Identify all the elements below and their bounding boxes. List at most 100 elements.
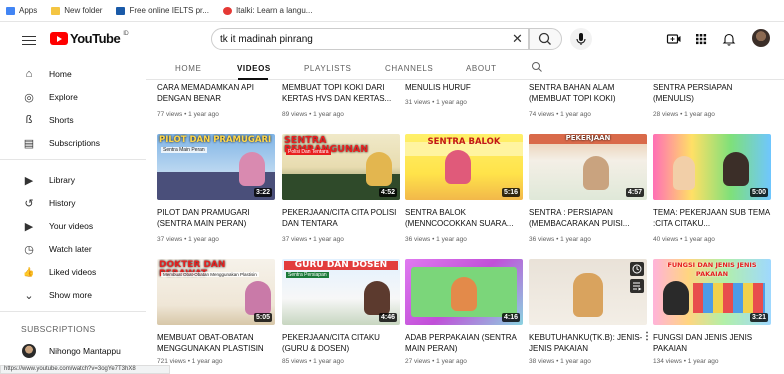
bookmark-label: Free online IELTS pr...: [129, 6, 209, 15]
clear-search-icon[interactable]: ✕: [512, 31, 523, 47]
history-icon: ↺: [24, 197, 34, 210]
channel-tabs: HOME VIDEOS PLAYLISTS CHANNELS ABOUT: [146, 58, 784, 80]
home-icon: ⌂: [25, 68, 33, 80]
video-duration: 3:22: [253, 188, 272, 197]
thumbnail-subtext: Membuat Obat-Obatan Menggunakan Plastisi…: [161, 272, 259, 277]
thumbnail-text: PILOT DAN PRAMUGARI: [159, 135, 272, 145]
video-title[interactable]: MEMBUAT TOPI KOKI DARI KERTAS HVS DAN KE…: [282, 82, 402, 104]
video-title[interactable]: PEKERJAAN/CITA CITAKU (GURU & DOSEN): [282, 332, 402, 354]
video-title[interactable]: CARA MEMADAMKAN API DENGAN BENAR: [157, 82, 277, 104]
youtube-logo[interactable]: YouTube ID: [50, 31, 129, 46]
voice-search-button[interactable]: [570, 28, 592, 50]
video-title[interactable]: PEKERJAAN/CITA CITA POLISI DAN TENTARA: [282, 207, 402, 229]
video-meta: 74 views • 1 year ago: [529, 111, 591, 118]
channel-avatar: [22, 344, 36, 358]
watch-later-icon[interactable]: [630, 262, 644, 276]
account-avatar[interactable]: [752, 29, 770, 47]
tab-about[interactable]: ABOUT: [466, 64, 497, 73]
sidebar-item-watch-later[interactable]: ◷ Watch later: [0, 238, 146, 260]
video-thumbnail[interactable]: SENTRA BALOK 5:16: [405, 134, 523, 200]
notifications-bell-icon[interactable]: [721, 31, 737, 47]
video-duration: 5:00: [749, 188, 768, 197]
video-title[interactable]: KEBUTUHANKU(TK.B): JENIS-JENIS PAKAIAN: [529, 332, 649, 354]
video-title[interactable]: SENTRA : PERSIAPAN (MEMBACARAKAN PUISI..…: [529, 207, 649, 229]
tab-videos[interactable]: VIDEOS: [237, 64, 271, 73]
tab-playlists[interactable]: PLAYLISTS: [304, 64, 352, 73]
video-meta: 31 views • 1 year ago: [405, 99, 467, 106]
bookmark-ielts[interactable]: Free online IELTS pr...: [116, 6, 209, 15]
clock-icon: ◷: [24, 243, 34, 256]
create-video-icon[interactable]: [666, 31, 682, 47]
video-title[interactable]: FUNGSI DAN JENIS JENIS PAKAIAN: [653, 332, 773, 354]
video-title[interactable]: ADAB PERPAKAIAN (SENTRA MAIN PERAN): [405, 332, 525, 354]
video-meta: 28 views • 1 year ago: [653, 111, 715, 118]
video-duration: 4:46: [378, 313, 397, 322]
video-title[interactable]: PILOT DAN PRAMUGARI (SENTRA MAIN PERAN): [157, 207, 277, 229]
sidebar-item-shorts[interactable]: ß Shorts: [0, 109, 146, 131]
video-thumbnail[interactable]: 4:16: [405, 259, 523, 325]
video-meta: 85 views • 1 year ago: [282, 358, 344, 365]
sidebar-item-explore[interactable]: ◎ Explore: [0, 86, 146, 108]
bookmark-italki[interactable]: Italki: Learn a langu...: [222, 6, 312, 15]
video-title[interactable]: TEMA: PEKERJAAN SUB TEMA :CITA CITAKU...: [653, 207, 773, 229]
sidebar-divider: [0, 311, 146, 312]
video-meta: 134 views • 1 year ago: [653, 358, 719, 365]
menu-icon[interactable]: [22, 33, 36, 48]
bookmark-apps[interactable]: Apps: [6, 6, 37, 15]
site-favicon-icon: [222, 6, 232, 15]
sidebar-item-home[interactable]: ⌂ Home: [0, 63, 146, 85]
search-value: tk it madinah pinrang: [220, 33, 313, 45]
sidebar-item-show-more[interactable]: ⌄ Show more: [0, 284, 146, 306]
video-thumbnail[interactable]: DOKTER DAN PERAWAT Membuat Obat-Obatan M…: [157, 259, 275, 325]
tab-channels[interactable]: CHANNELS: [385, 64, 433, 73]
tab-home[interactable]: HOME: [175, 64, 201, 73]
subscription-channel[interactable]: Nihongo Mantappu: [0, 340, 146, 362]
thumbnail-subtext: Polisi Dan Tentara: [286, 149, 331, 155]
thumbnail-subtext: Sentra Main Peran: [161, 147, 207, 153]
chevron-down-icon: ⌄: [24, 289, 34, 302]
subscriptions-icon: ▤: [23, 137, 35, 150]
video-thumbnail[interactable]: 5:00: [653, 134, 771, 200]
sidebar-item-liked-videos[interactable]: 👍 Liked videos: [0, 261, 146, 283]
sidebar-item-label: Your videos: [49, 221, 94, 231]
sidebar-item-your-videos[interactable]: ▶ Your videos: [0, 215, 146, 237]
video-thumbnail[interactable]: SENTRA PEMBANGUNAN Polisi Dan Tentara 4:…: [282, 134, 400, 200]
video-meta: 27 views • 1 year ago: [405, 358, 467, 365]
video-title[interactable]: SENTRA PERSIAPAN (MENULIS): [653, 82, 773, 104]
sidebar: ⌂ Home ◎ Explore ß Shorts ▤ Subscriptions ▶ L…: [0, 58, 146, 374]
folder-icon: [51, 6, 61, 15]
video-thumbnail[interactable]: GURU DAN DOSEN Sentra Persiapan 4:46: [282, 259, 400, 325]
sidebar-divider: [0, 159, 146, 160]
your-videos-icon: ▶: [24, 220, 34, 233]
search-button[interactable]: [529, 28, 562, 50]
video-thumbnail[interactable]: PEKERJAAN 4:57: [529, 134, 647, 200]
sidebar-item-label: Subscriptions: [49, 138, 101, 148]
sidebar-item-subscriptions[interactable]: ▤ Subscriptions: [0, 132, 146, 154]
sidebar-item-label: Liked videos: [49, 267, 97, 277]
video-title[interactable]: MENULIS HURUF: [405, 82, 525, 93]
video-title[interactable]: SENTRA BALOK (MENNCOCOKKAN SUARA...: [405, 207, 525, 229]
bookmark-new-folder[interactable]: New folder: [51, 6, 102, 15]
sidebar-item-history[interactable]: ↺ History: [0, 192, 146, 214]
video-duration: 4:52: [378, 188, 397, 197]
add-to-queue-icon[interactable]: [630, 279, 644, 293]
video-duration: 4:16: [501, 313, 520, 322]
sidebar-item-label: History: [49, 198, 76, 208]
video-meta: 89 views • 1 year ago: [282, 111, 344, 118]
subscriptions-heading: SUBSCRIPTIONS: [21, 324, 96, 334]
video-title[interactable]: MEMBUAT OBAT-OBATAN MENGGUNAKAN PLASTISI…: [157, 332, 277, 354]
channel-search-icon[interactable]: [531, 61, 543, 73]
sidebar-item-label: Home: [49, 69, 72, 79]
bookmark-label: New folder: [64, 6, 103, 15]
video-thumbnail[interactable]: FUNGSI DAN JENIS JENIS PAKAIAN 3:21: [653, 259, 771, 325]
video-thumbnail[interactable]: PILOT DAN PRAMUGARI Sentra Main Peran 3:…: [157, 134, 275, 200]
apps-grid-icon[interactable]: [693, 31, 709, 47]
thumbnail-subtext: Sentra Persiapan: [286, 272, 329, 278]
apps-grid-icon: [6, 6, 15, 15]
video-thumbnail[interactable]: [529, 259, 647, 325]
video-title[interactable]: SENTRA BAHAN ALAM (MEMBUAT TOPI KOKI): [529, 82, 649, 104]
search-input[interactable]: tk it madinah pinrang: [211, 28, 529, 50]
sidebar-item-library[interactable]: ▶ Library: [0, 169, 146, 191]
bookmark-label: Apps: [19, 6, 38, 15]
more-actions-icon[interactable]: ⋮: [642, 331, 652, 342]
